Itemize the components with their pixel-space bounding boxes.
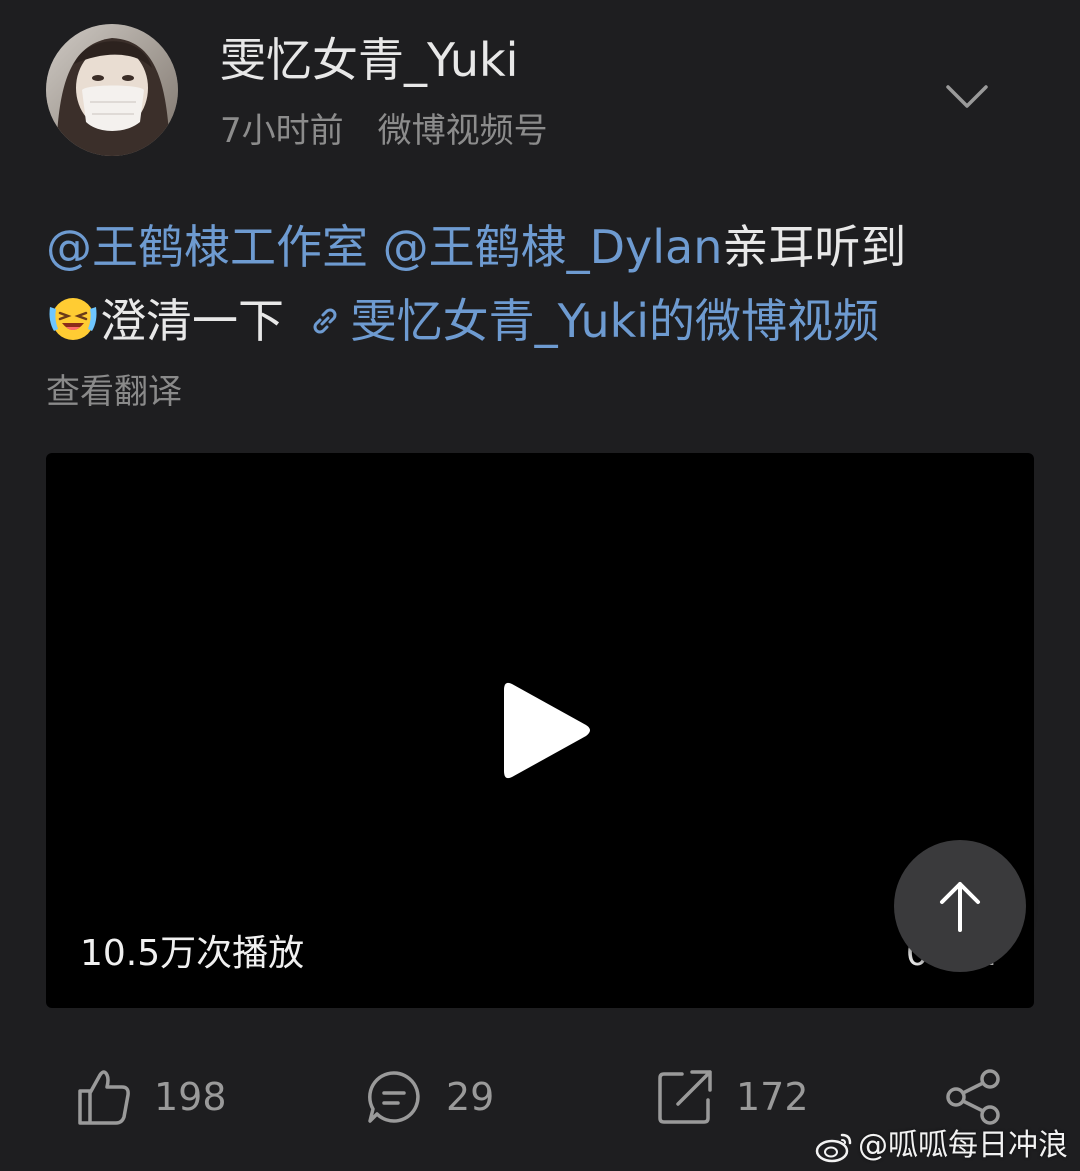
repost-count: 172 (736, 1075, 809, 1119)
arrow-up-icon (940, 882, 980, 932)
watermark: @呱呱每日冲浪 (814, 1126, 1068, 1166)
link-icon (313, 308, 337, 334)
comment-button[interactable]: 29 (364, 1065, 494, 1129)
comment-icon (368, 1071, 420, 1123)
more-menu-button[interactable] (940, 70, 994, 124)
like-count: 198 (154, 1075, 227, 1119)
thumbs-up-icon (78, 1070, 130, 1125)
post-time: 7小时前 (220, 111, 344, 151)
repost-button[interactable]: 172 (656, 1065, 809, 1129)
mention-studio[interactable]: @王鹤棣工作室 (46, 220, 368, 274)
mention-dylan[interactable]: @王鹤棣_Dylan (383, 220, 723, 274)
post-text-line-2: 澄清一下 雯忆女青_Yuki的微博视频 (46, 284, 1036, 358)
play-icon[interactable] (498, 678, 598, 783)
post-text: @王鹤棣工作室 @王鹤棣_Dylan亲耳听到 澄清一下 雯忆女青_Yuki的微博… (46, 210, 1036, 358)
post-source[interactable]: 微博视频号 (378, 111, 548, 151)
post-text-line-1: @王鹤棣工作室 @王鹤棣_Dylan亲耳听到 (46, 210, 1036, 284)
avatar[interactable] (46, 24, 178, 156)
chevron-down-icon (946, 85, 988, 108)
comment-count: 29 (446, 1075, 495, 1119)
scroll-to-top-button[interactable] (894, 840, 1026, 972)
weibo-logo-icon (815, 1133, 852, 1163)
video-link[interactable]: 雯忆女青_Yuki的微博视频 (299, 294, 879, 348)
post-meta: 7小时前 微博视频号 (220, 108, 548, 154)
post-text-part-2: 澄清一下 (100, 294, 284, 348)
like-button[interactable]: 198 (76, 1065, 227, 1129)
play-count: 10.5万次播放 (80, 933, 305, 974)
view-translation-button[interactable]: 查看翻译 (46, 368, 182, 416)
share-icon (946, 1069, 1000, 1125)
video-player[interactable]: 10.5万次播放 00:?? (46, 453, 1034, 1008)
watermark-text: @呱呱每日冲浪 (858, 1128, 1068, 1163)
video-link-text: 雯忆女青_Yuki的微博视频 (350, 294, 880, 348)
share-button[interactable] (944, 1065, 1004, 1129)
post-text-part-1: 亲耳听到 (722, 220, 907, 274)
repost-icon (658, 1070, 712, 1124)
laughing-tears-emoji (49, 298, 97, 340)
avatar-image (46, 24, 178, 156)
username[interactable]: 雯忆女青_Yuki (220, 30, 518, 90)
